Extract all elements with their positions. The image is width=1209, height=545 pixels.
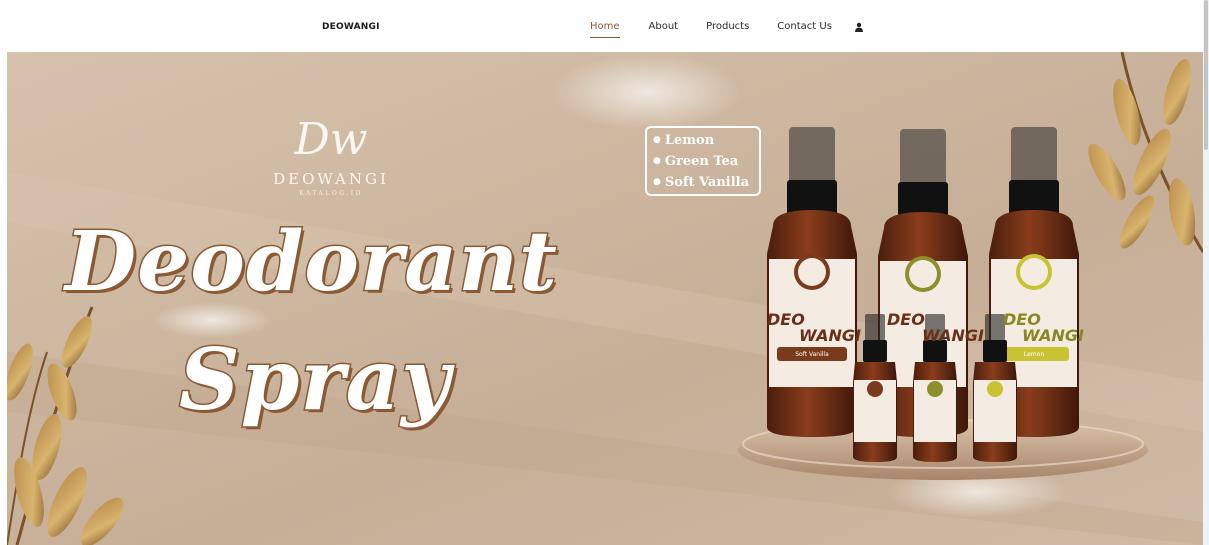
bottle-label-wangi: WANGI <box>799 326 861 345</box>
headline-deodorant: Deodorant <box>64 214 559 310</box>
bottle-soft-vanilla <box>767 127 857 437</box>
bottle-label-deo: DEO <box>887 310 925 329</box>
nav-about[interactable]: About <box>649 21 679 32</box>
top-navbar: DEOWANGI Home About Products Contact Us <box>0 0 1209 52</box>
scrollbar-thumb[interactable] <box>1204 0 1208 150</box>
nav-products[interactable]: Products <box>706 21 749 32</box>
nav-home[interactable]: Home <box>590 21 620 38</box>
headline-spray: Spray <box>178 330 452 429</box>
bottle-flavor-label: Soft Vanilla <box>795 351 829 358</box>
hero-banner: Dw DEOWANGI KATALOG.ID Deodorant Spray L… <box>7 52 1203 545</box>
nav-contact-us[interactable]: Contact Us <box>777 21 832 32</box>
variant-list: Lemon Green Tea Soft Vanilla <box>645 126 761 196</box>
variant-item: Soft Vanilla <box>653 172 753 193</box>
logo-monogram: Dw <box>294 114 368 165</box>
logo-subtitle: KATALOG.ID <box>299 190 363 197</box>
user-icon[interactable] <box>854 22 864 32</box>
logo-name: DEOWANGI <box>273 170 389 188</box>
bottle-label-wangi: WANGI <box>922 326 984 345</box>
variant-item: Green Tea <box>653 151 753 172</box>
deowangi-logo: Dw DEOWANGI KATALOG.ID <box>265 110 397 197</box>
wheat-decoration-right <box>1088 52 1203 253</box>
wheat-decoration-left <box>7 306 124 545</box>
brand-logo[interactable]: DEOWANGI <box>322 22 380 32</box>
bottle-flavor-label: Lemon <box>1023 351 1045 358</box>
bottle-label-wangi: WANGI <box>1022 326 1084 345</box>
variant-item: Lemon <box>653 130 753 151</box>
page-scrollbar[interactable] <box>1203 0 1209 545</box>
cloud-decoration <box>552 54 742 130</box>
main-nav: Home About Products Contact Us <box>590 21 862 38</box>
